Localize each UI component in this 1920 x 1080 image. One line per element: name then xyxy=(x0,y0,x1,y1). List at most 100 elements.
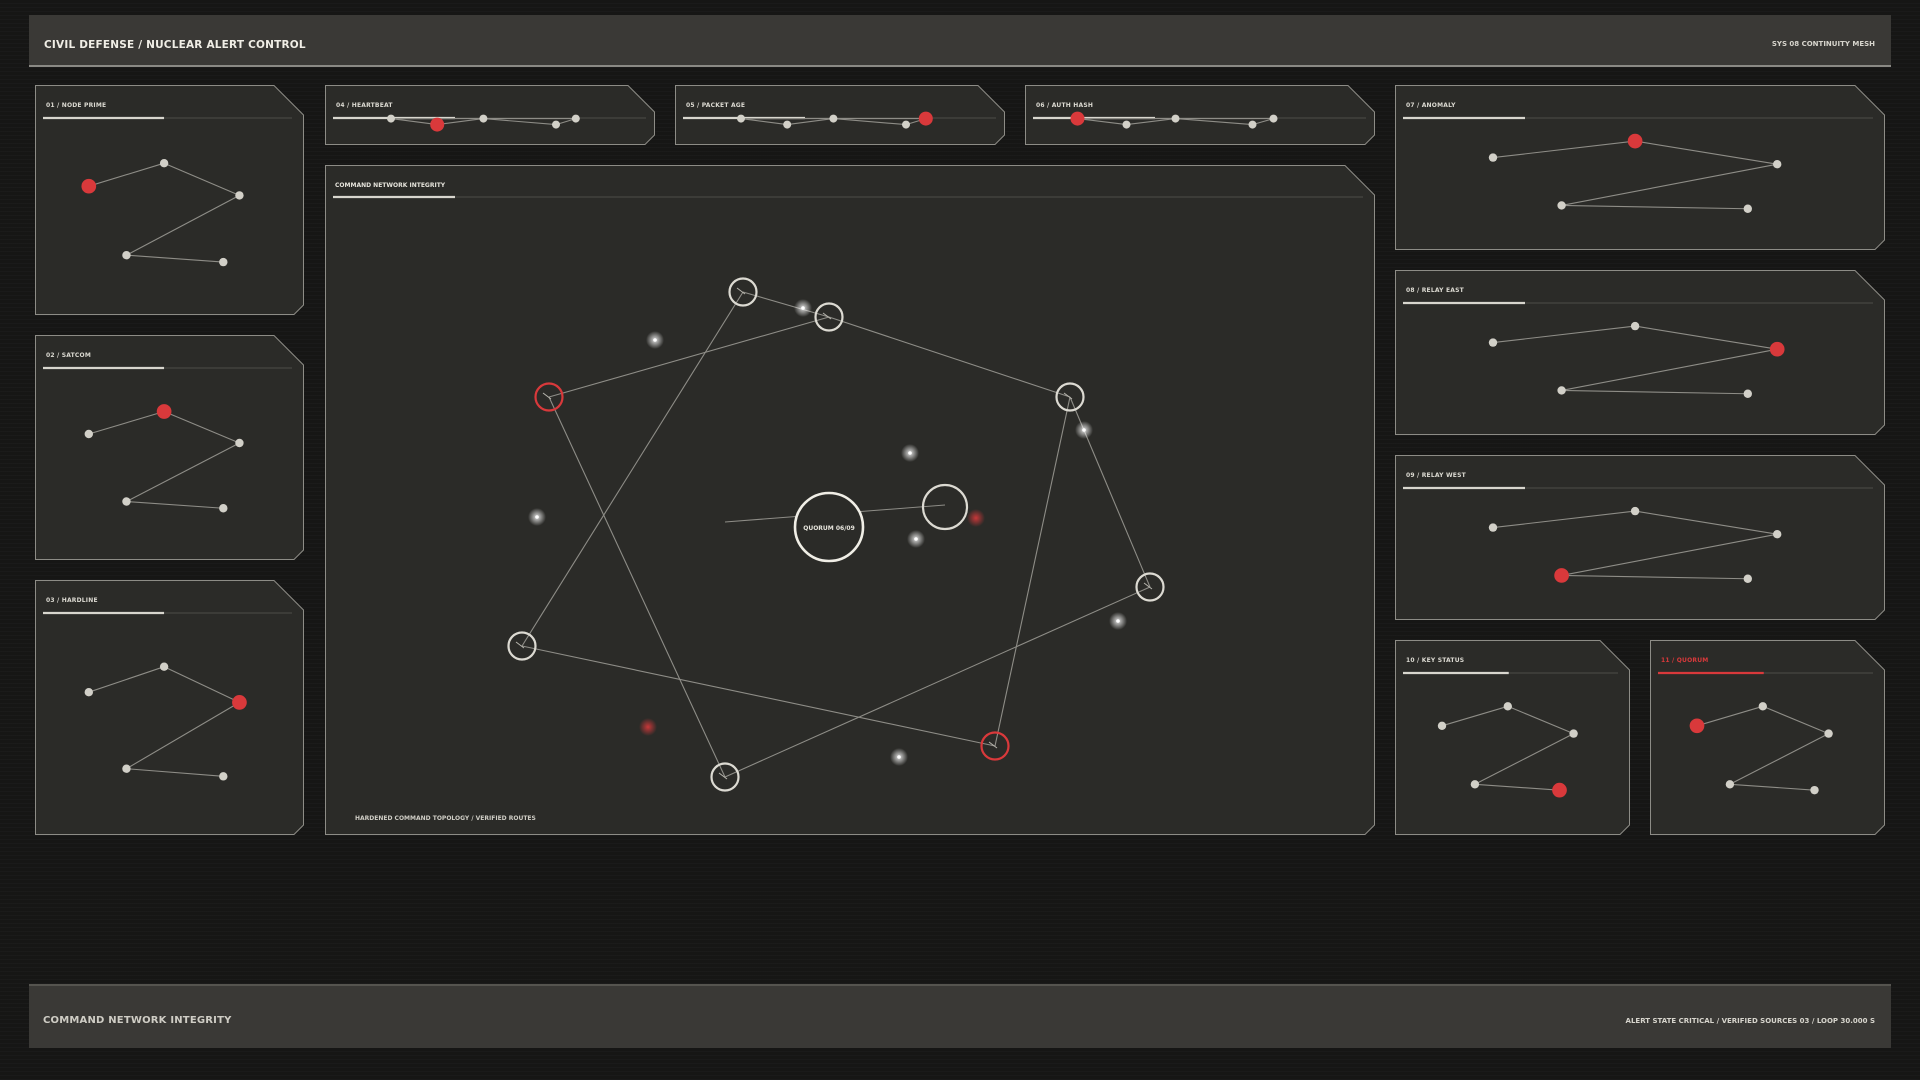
alert-node[interactable] xyxy=(430,117,445,132)
route-edge xyxy=(828,316,1071,398)
route-edge xyxy=(724,586,1151,778)
graph-node[interactable] xyxy=(1470,780,1480,789)
topology-graph: QUORUM 06/09 xyxy=(507,277,1165,792)
graph-edge xyxy=(88,162,165,187)
graph-node[interactable] xyxy=(1557,201,1566,210)
graph-node[interactable] xyxy=(219,504,228,513)
graph-node[interactable] xyxy=(1569,729,1578,738)
signal-core xyxy=(897,755,901,759)
alert-node[interactable] xyxy=(1689,718,1705,734)
panel-quorum[interactable]: 11 / QUORUM xyxy=(1650,640,1885,835)
mini-graph xyxy=(1437,702,1578,798)
graph-node[interactable] xyxy=(1743,204,1752,213)
route-edge xyxy=(521,645,996,747)
graph-node[interactable] xyxy=(1488,338,1498,347)
alert-node[interactable] xyxy=(81,178,97,194)
graph-node[interactable] xyxy=(1557,386,1566,395)
system-id: SYS 08 CONTINUITY MESH xyxy=(1771,40,1875,48)
graph-node[interactable] xyxy=(219,257,228,267)
panel-relay-east[interactable]: 08 / RELAY EAST xyxy=(1395,270,1885,435)
graph-node[interactable] xyxy=(1773,530,1782,539)
graph-node[interactable] xyxy=(1743,574,1752,583)
graph-node[interactable] xyxy=(552,120,560,129)
relay-node[interactable] xyxy=(921,483,969,531)
graph-node[interactable] xyxy=(1743,389,1752,398)
alert-node[interactable] xyxy=(232,695,247,710)
graph-node[interactable] xyxy=(122,497,131,506)
graph-node[interactable] xyxy=(1630,321,1640,331)
panel-hardline[interactable]: 03 / HARDLINE xyxy=(35,580,304,835)
signal-core xyxy=(653,338,657,342)
graph-node[interactable] xyxy=(829,114,838,123)
graph-node[interactable] xyxy=(1171,114,1180,123)
graph-node[interactable] xyxy=(571,114,580,123)
graph-node[interactable] xyxy=(1122,120,1131,129)
graph-edge xyxy=(126,500,224,509)
panel-satcom[interactable]: 02 / SATCOM xyxy=(35,335,304,560)
header-bar: CIVIL DEFENSE / NUCLEAR ALERT CONTROL SY… xyxy=(29,15,1891,67)
graph-node[interactable] xyxy=(783,120,792,129)
graph-edge xyxy=(1507,705,1574,735)
graph-node[interactable] xyxy=(1810,785,1819,795)
graph-node[interactable] xyxy=(1758,702,1767,711)
node-tick xyxy=(1063,392,1073,400)
graph-edge xyxy=(1077,118,1127,126)
graph-node[interactable] xyxy=(84,688,93,697)
graph-node[interactable] xyxy=(1488,153,1498,162)
alert-node[interactable] xyxy=(1769,341,1785,357)
panel-key-status[interactable]: 10 / KEY STATUS xyxy=(1395,640,1630,835)
graph-node[interactable] xyxy=(1773,160,1782,169)
alert-node[interactable] xyxy=(918,111,933,126)
command-network-panel[interactable]: COMMAND NETWORK INTEGRITY QUORUM 06/09 HA… xyxy=(325,165,1375,835)
graph-node[interactable] xyxy=(902,120,910,129)
panel-relay-west[interactable]: 09 / RELAY WEST xyxy=(1395,455,1885,620)
graph-node[interactable] xyxy=(737,114,745,123)
graph-node[interactable] xyxy=(1503,702,1512,711)
graph-edge xyxy=(88,666,165,693)
graph-node[interactable] xyxy=(122,251,131,260)
graph-edge xyxy=(1729,783,1815,791)
mini-graph xyxy=(1689,702,1833,795)
panel-packet-age[interactable]: 05 / PACKET AGE xyxy=(675,85,1005,145)
graph-node[interactable] xyxy=(219,772,228,781)
graph-node[interactable] xyxy=(1488,523,1498,532)
graph-edge xyxy=(1441,705,1508,727)
graph-edge xyxy=(1561,389,1748,395)
graph-node[interactable] xyxy=(1725,780,1735,789)
graph-node[interactable] xyxy=(1437,721,1447,730)
graph-node[interactable] xyxy=(1824,729,1833,738)
alert-node[interactable] xyxy=(156,404,172,419)
alert-node[interactable] xyxy=(1627,133,1643,149)
mini-graph xyxy=(1488,321,1785,398)
graph-node[interactable] xyxy=(1248,120,1257,129)
graph-edge xyxy=(88,410,165,435)
alert-node[interactable] xyxy=(1070,111,1085,126)
graph-node[interactable] xyxy=(235,438,244,448)
graph-edge xyxy=(833,118,907,126)
panel-node-prime[interactable]: 01 / NODE PRIME xyxy=(35,85,304,315)
alert-node[interactable] xyxy=(1552,782,1567,798)
alert-node[interactable] xyxy=(1554,568,1569,583)
app-title: CIVIL DEFENSE / NUCLEAR ALERT CONTROL xyxy=(44,39,306,51)
graph-node[interactable] xyxy=(479,114,488,123)
graph-node[interactable] xyxy=(1630,506,1640,516)
graph-edge xyxy=(1762,705,1829,735)
signal-core xyxy=(1116,619,1120,623)
signal-core xyxy=(914,537,918,541)
graph-node[interactable] xyxy=(159,662,169,671)
panel-auth-hash[interactable]: 06 / AUTH HASH xyxy=(1025,85,1375,145)
graph-node[interactable] xyxy=(235,191,244,200)
graph-edge xyxy=(1474,783,1560,791)
graph-node[interactable] xyxy=(84,429,93,439)
panel-heartbeat[interactable]: 04 / HEARTBEAT xyxy=(325,85,655,145)
graph-node[interactable] xyxy=(1269,114,1278,123)
signal-core xyxy=(1082,428,1086,432)
graph-edge xyxy=(126,254,224,263)
graph-node[interactable] xyxy=(159,159,169,168)
signal-core xyxy=(801,306,805,310)
graph-edge xyxy=(126,768,224,777)
graph-node[interactable] xyxy=(122,764,131,773)
panel-anomaly[interactable]: 07 / ANOMALY xyxy=(1395,85,1885,250)
graph-node[interactable] xyxy=(387,114,395,123)
alert-status: ALERT STATE CRITICAL / VERIFIED SOURCES … xyxy=(1625,1017,1875,1025)
